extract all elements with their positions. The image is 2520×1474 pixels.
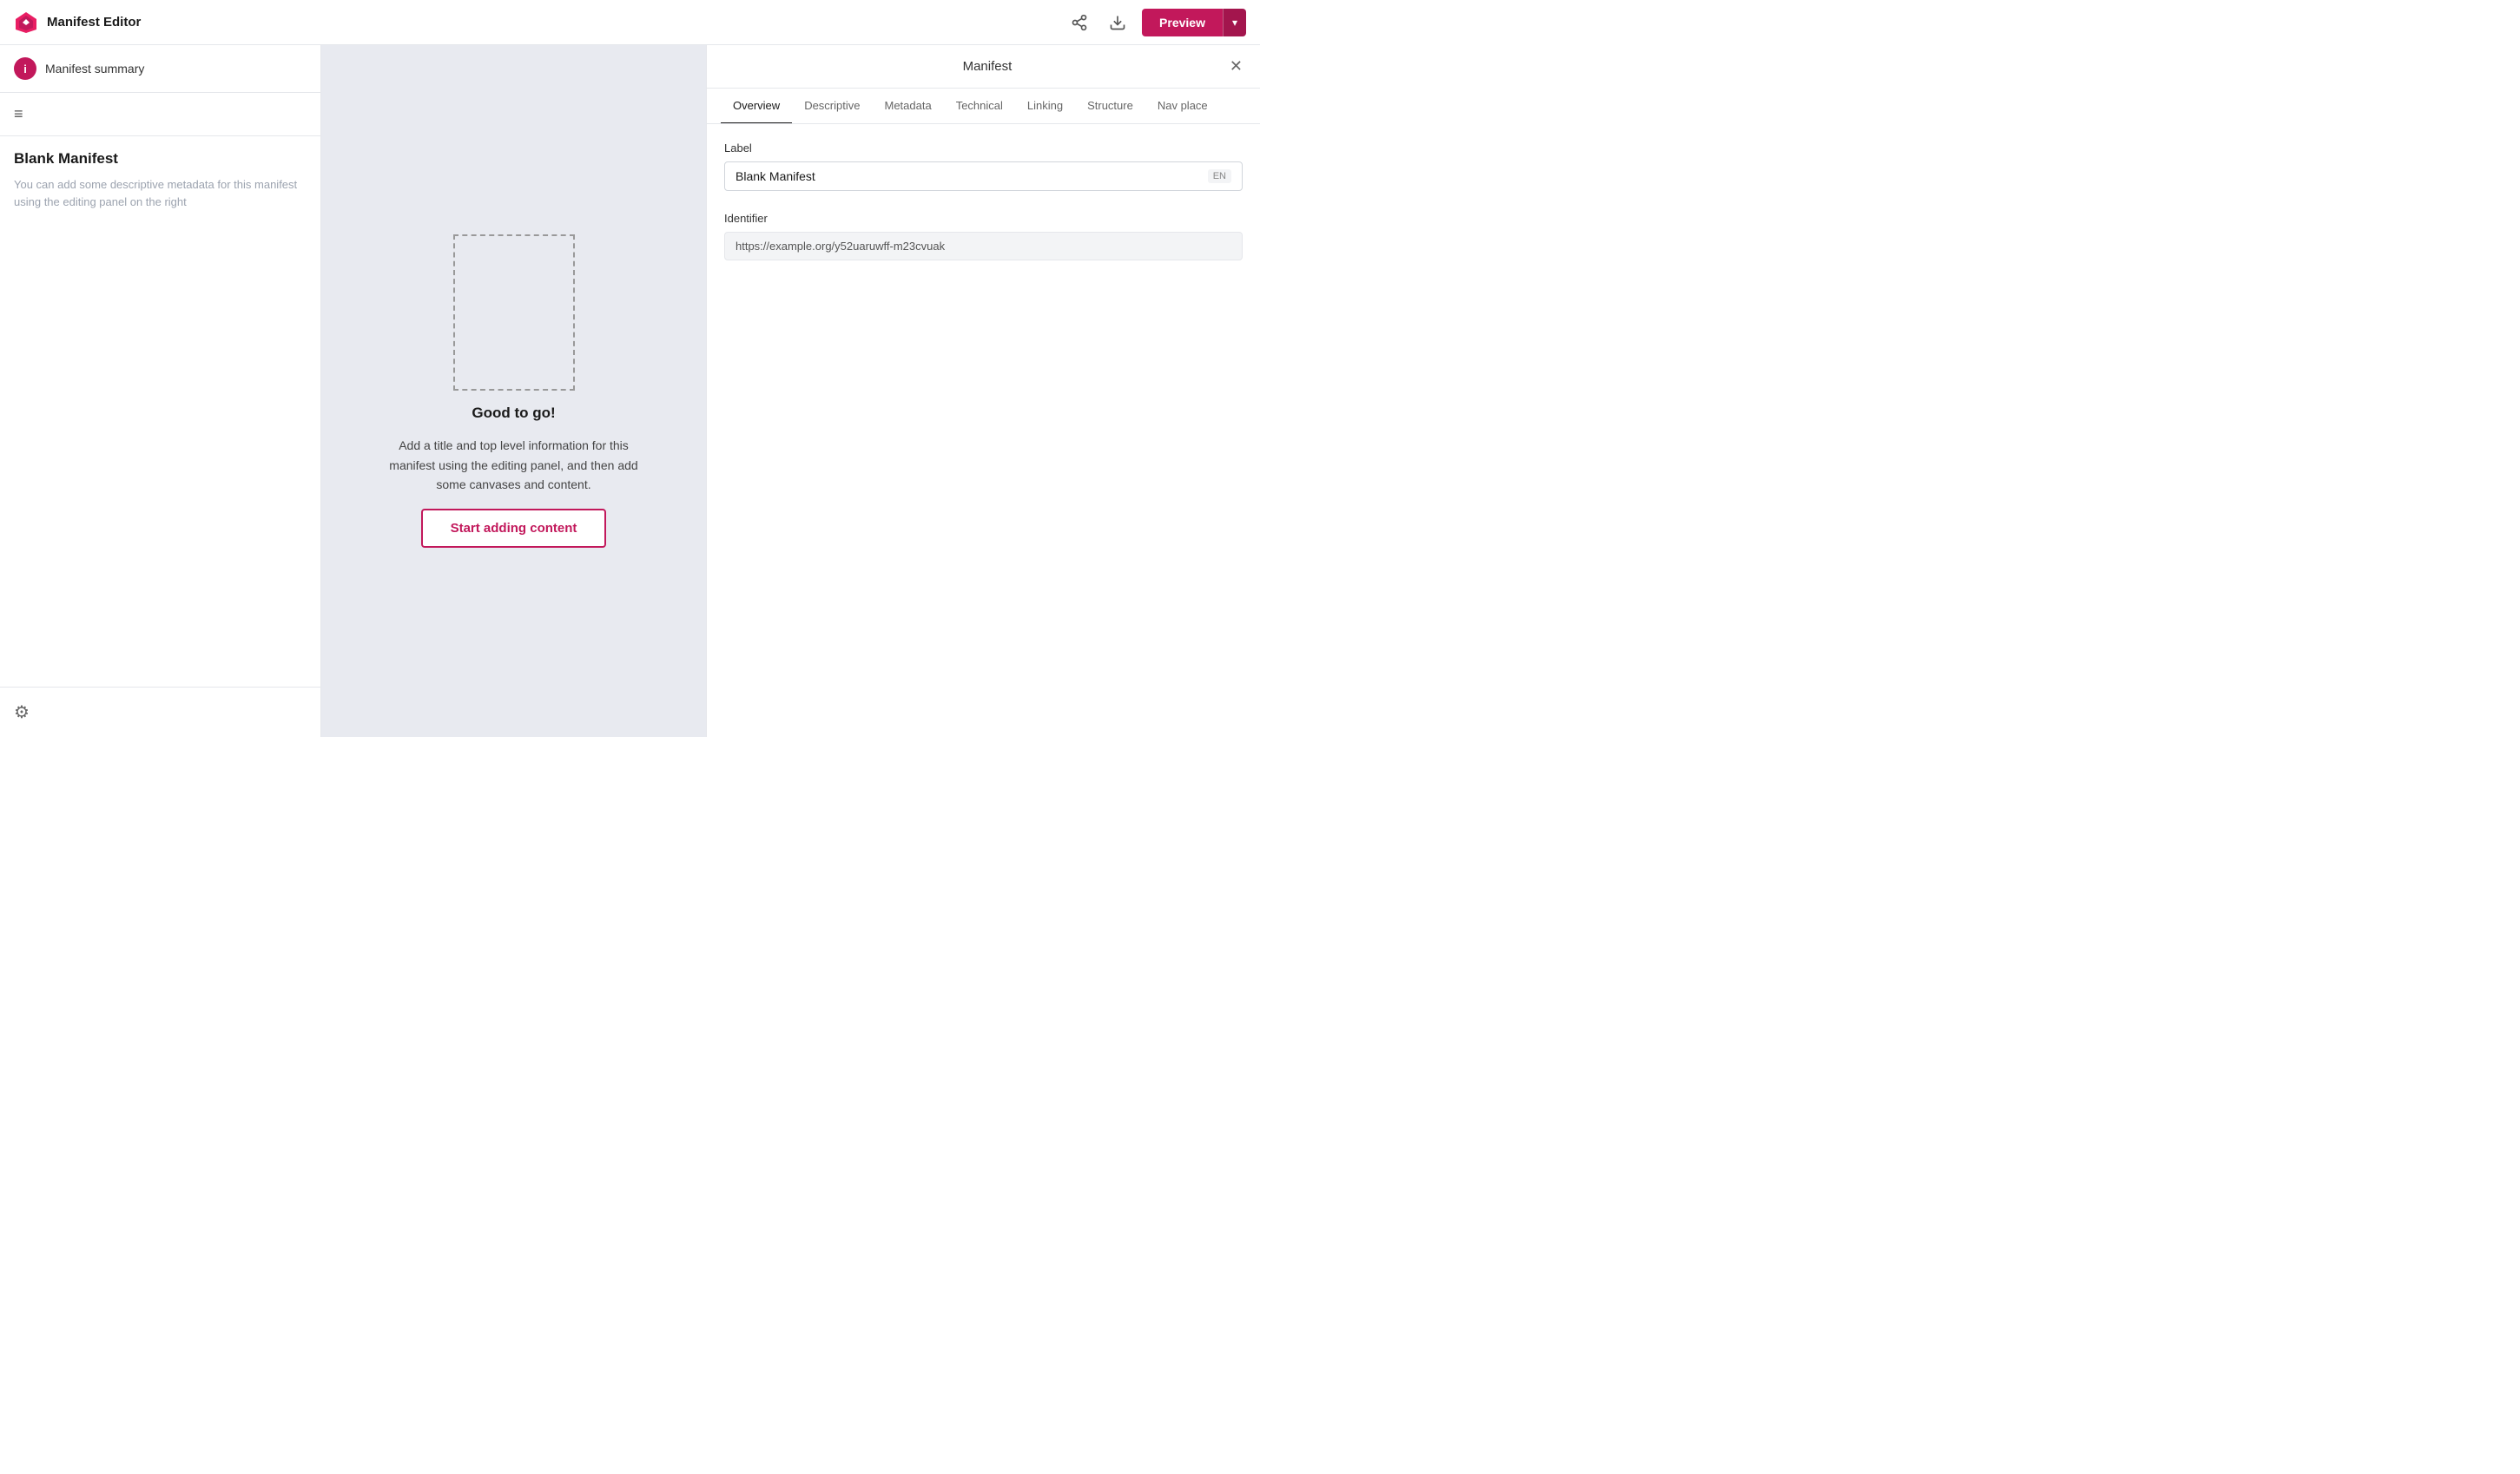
preview-button[interactable]: Preview [1142,9,1223,36]
chevron-down-icon: ▾ [1232,16,1237,29]
lines-icon[interactable]: ≡ [14,105,23,123]
manifest-description: You can add some descriptive metadata fo… [14,176,307,210]
canvas-description: Add a title and top level information fo… [375,436,653,494]
panel-tabs: Overview Descriptive Metadata Technical … [707,89,1260,124]
identifier-field-label: Identifier [724,212,1243,225]
logo-icon [14,10,38,35]
share-button[interactable] [1065,9,1093,36]
download-icon [1109,14,1126,31]
label-field-input[interactable]: Blank Manifest EN [724,161,1243,191]
tab-structure[interactable]: Structure [1075,89,1145,124]
sidebar: i Manifest summary ≡ Blank Manifest You … [0,45,321,737]
panel-title: Manifest [745,59,1230,74]
panel-body: Label Blank Manifest EN Identifier https… [707,124,1260,737]
sidebar-content: Blank Manifest You can add some descript… [0,136,320,687]
tab-descriptive[interactable]: Descriptive [792,89,872,124]
identifier-field-value: https://example.org/y52uaruwff-m23cvuak [724,232,1243,260]
panel-header: Manifest ✕ [707,45,1260,89]
canvas-area: Good to go! Add a title and top level in… [321,45,706,737]
info-icon: i [14,57,36,80]
tab-overview[interactable]: Overview [721,89,792,124]
preview-button-group: Preview ▾ [1142,9,1246,36]
canvas-good-to-go: Good to go! [472,405,555,422]
header-left: Manifest Editor [14,10,141,35]
share-icon [1071,14,1088,31]
app-header: Manifest Editor Preview ▾ [0,0,1260,45]
sidebar-title: Manifest summary [45,62,144,76]
settings-icon[interactable]: ⚙ [14,701,30,723]
identifier-field-group: Identifier https://example.org/y52uaruwf… [724,212,1243,260]
right-panel: Manifest ✕ Overview Descriptive Metadata… [706,45,1260,737]
manifest-name: Blank Manifest [14,150,307,168]
lang-badge: EN [1208,169,1231,183]
canvas-placeholder [453,234,575,391]
tab-nav-place[interactable]: Nav place [1145,89,1220,124]
app-title: Manifest Editor [47,15,141,30]
download-button[interactable] [1104,9,1131,36]
tab-metadata[interactable]: Metadata [872,89,943,124]
label-field-value: Blank Manifest [736,169,815,183]
close-panel-button[interactable]: ✕ [1230,57,1243,76]
header-right: Preview ▾ [1065,9,1246,36]
tab-linking[interactable]: Linking [1015,89,1075,124]
sidebar-nav-area: ≡ [0,93,320,136]
preview-dropdown-button[interactable]: ▾ [1223,9,1246,36]
main-layout: i Manifest summary ≡ Blank Manifest You … [0,45,1260,737]
label-field-label: Label [724,141,1243,155]
label-field-group: Label Blank Manifest EN [724,141,1243,191]
tab-technical[interactable]: Technical [944,89,1015,124]
start-adding-content-button[interactable]: Start adding content [421,509,607,548]
sidebar-bottom: ⚙ [0,687,320,737]
sidebar-header: i Manifest summary [0,45,320,93]
close-icon: ✕ [1230,57,1243,75]
